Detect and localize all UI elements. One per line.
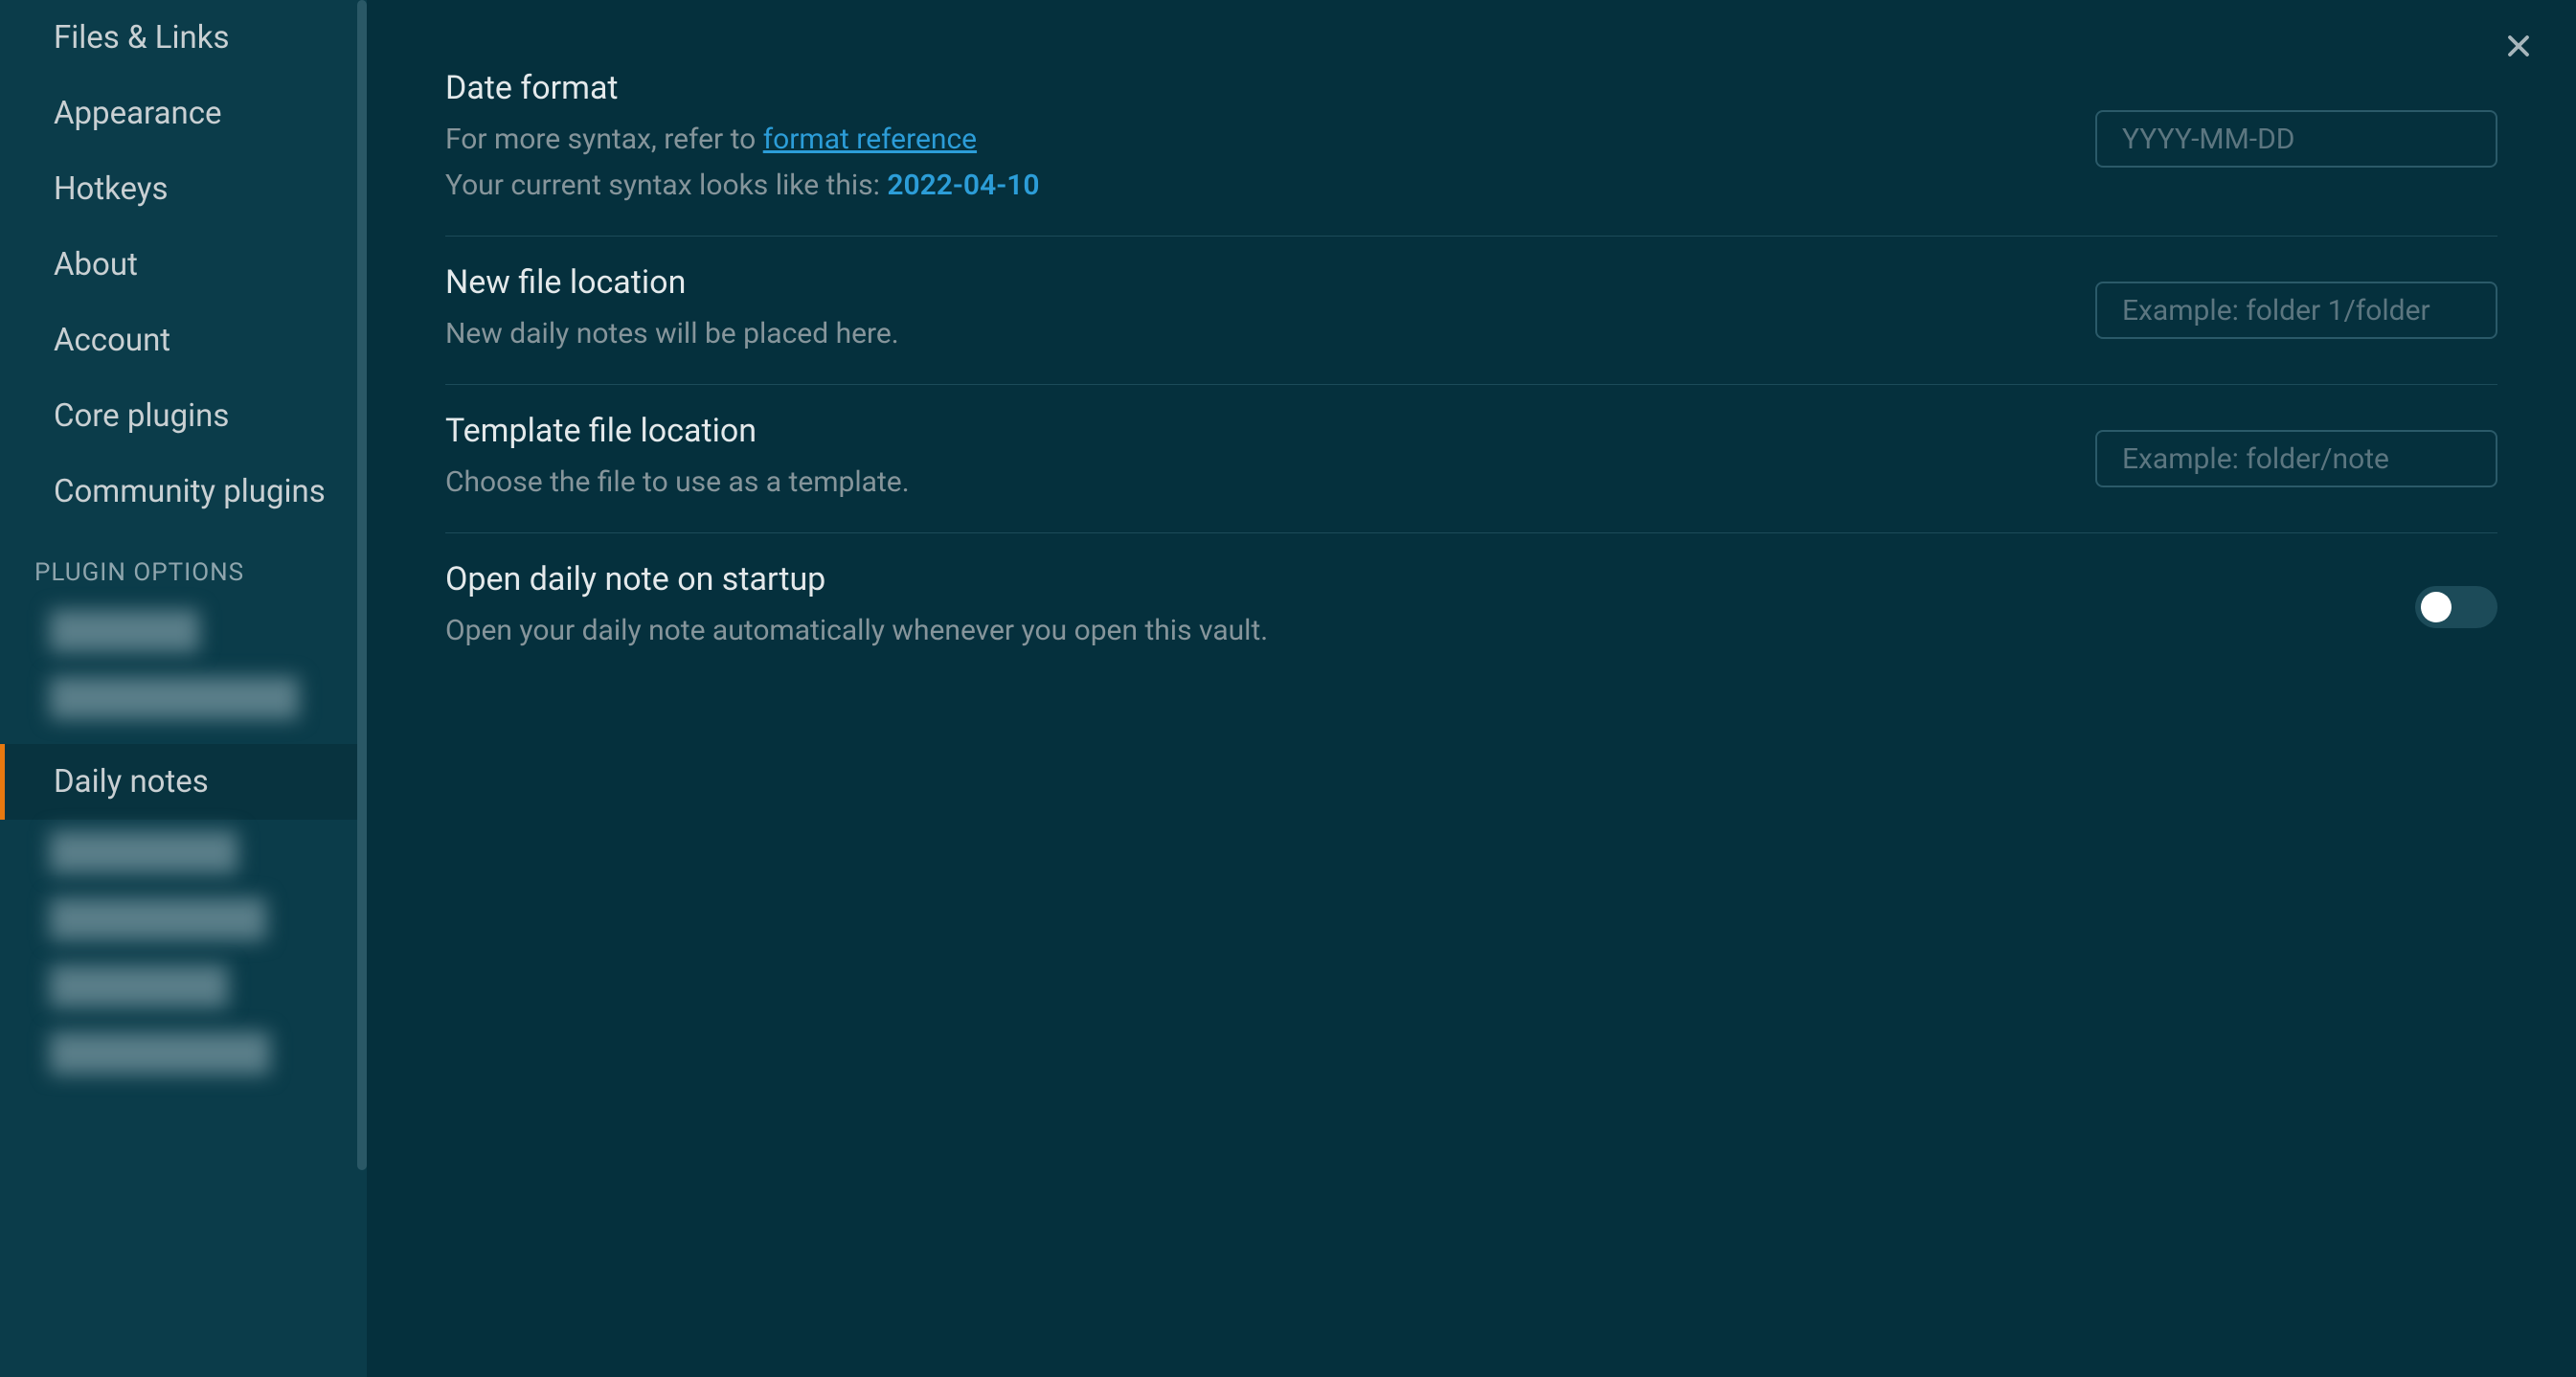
close-button[interactable] — [2492, 19, 2545, 73]
sidebar-item-files-links[interactable]: Files & Links — [0, 0, 367, 76]
sidebar-item-core-plugins[interactable]: Core plugins — [0, 378, 367, 454]
setting-info: New file location New daily notes will b… — [445, 263, 2057, 357]
setting-description: For more syntax, refer to format referen… — [445, 117, 2057, 209]
sidebar-item-daily-notes[interactable]: Daily notes — [0, 744, 367, 820]
sidebar-item-label: Appearance — [54, 95, 222, 132]
setting-info: Open daily note on startup Open your dai… — [445, 560, 2377, 654]
settings-main-content: Date format For more syntax, refer to fo… — [367, 0, 2576, 1377]
setting-title: Date format — [445, 69, 2057, 107]
sidebar-item-label: Account — [54, 322, 170, 359]
sidebar-item-label: Core plugins — [54, 397, 229, 435]
setting-description: New daily notes will be placed here. — [445, 311, 2057, 357]
sidebar-section-header: PLUGIN OPTIONS — [0, 530, 367, 598]
date-format-input[interactable] — [2095, 110, 2497, 168]
sidebar-item-community-plugins[interactable]: Community plugins — [0, 454, 367, 530]
sidebar-scrollbar-thumb[interactable] — [357, 0, 367, 1170]
sidebar-item-account[interactable]: Account — [0, 303, 367, 378]
open-on-startup-toggle[interactable] — [2415, 586, 2497, 628]
sidebar-item-appearance[interactable]: Appearance — [0, 76, 367, 151]
desc-text: Your current syntax looks like this: — [445, 169, 887, 202]
sidebar-item-label: Hotkeys — [54, 170, 169, 208]
setting-row-date-format: Date format For more syntax, refer to fo… — [445, 69, 2497, 237]
setting-description: Open your daily note automatically whene… — [445, 608, 2377, 654]
settings-sidebar: Files & Links Appearance Hotkeys About A… — [0, 0, 367, 1377]
desc-text: For more syntax, refer to — [445, 123, 763, 156]
sidebar-item-label: Daily notes — [54, 763, 209, 801]
sidebar-scrollbar[interactable] — [357, 0, 367, 1377]
sidebar-item-redacted[interactable] — [50, 677, 299, 719]
sidebar-item-label: Files & Links — [54, 19, 230, 56]
new-file-location-input[interactable] — [2095, 282, 2497, 339]
setting-control — [2095, 430, 2497, 487]
close-icon — [2501, 29, 2536, 63]
sidebar-item-redacted[interactable] — [50, 610, 199, 652]
setting-row-new-file-location: New file location New daily notes will b… — [445, 237, 2497, 385]
sidebar-item-redacted[interactable] — [50, 898, 266, 940]
setting-control — [2415, 586, 2497, 628]
sidebar-item-label: Community plugins — [54, 473, 326, 510]
format-reference-link[interactable]: format reference — [763, 123, 977, 156]
format-example-value: 2022-04-10 — [887, 169, 1039, 202]
template-file-location-input[interactable] — [2095, 430, 2497, 487]
sidebar-item-label: About — [54, 246, 138, 283]
setting-control — [2095, 110, 2497, 168]
setting-title: Template file location — [445, 412, 2057, 450]
setting-row-template-file-location: Template file location Choose the file t… — [445, 385, 2497, 533]
toggle-knob — [2421, 592, 2452, 622]
sidebar-item-redacted[interactable] — [50, 831, 237, 873]
setting-title: New file location — [445, 263, 2057, 302]
setting-row-open-on-startup: Open daily note on startup Open your dai… — [445, 533, 2497, 681]
sidebar-item-hotkeys[interactable]: Hotkeys — [0, 151, 367, 227]
setting-description: Choose the file to use as a template. — [445, 460, 2057, 506]
sidebar-item-about[interactable]: About — [0, 227, 367, 303]
sidebar-item-redacted[interactable] — [50, 965, 228, 1007]
setting-title: Open daily note on startup — [445, 560, 2377, 598]
setting-control — [2095, 282, 2497, 339]
setting-info: Date format For more syntax, refer to fo… — [445, 69, 2057, 209]
setting-info: Template file location Choose the file t… — [445, 412, 2057, 506]
sidebar-item-redacted[interactable] — [50, 1032, 270, 1074]
